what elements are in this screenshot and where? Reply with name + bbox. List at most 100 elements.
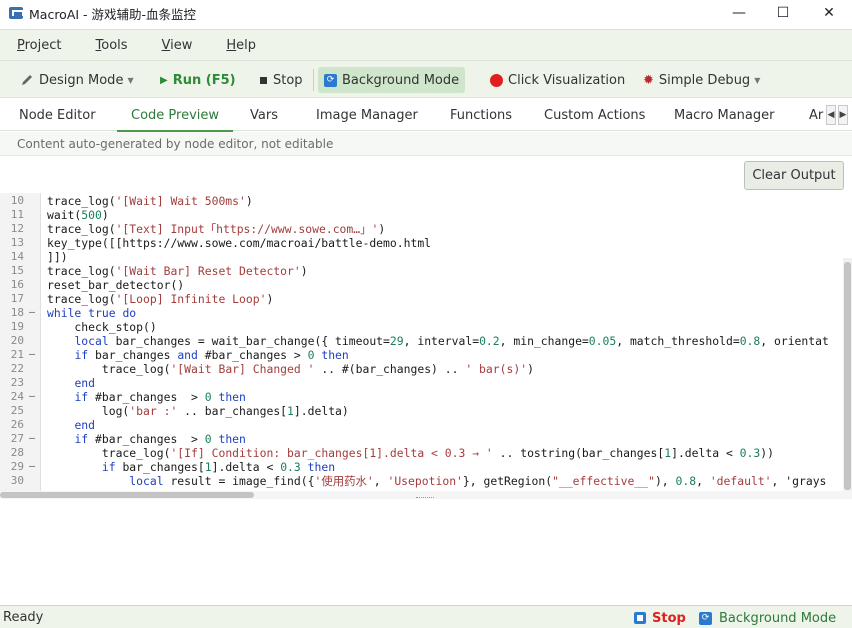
menu-tools[interactable]: Tools: [79, 38, 145, 53]
record-dot-icon: [490, 73, 503, 87]
code-line: 16 reset_bar_detector(): [0, 278, 852, 292]
tab-node-editor[interactable]: Node Editor: [19, 99, 96, 131]
tab-bar: Node Editor Code Preview Vars Image Mana…: [0, 99, 852, 132]
code-line: 30 local result = image_find({'使用药水', 'U…: [0, 474, 852, 488]
clear-output-button[interactable]: Clear Output: [744, 161, 844, 190]
status-stop-button[interactable]: Stop: [634, 609, 686, 627]
line-number: 11: [10, 208, 24, 221]
line-number: 16: [10, 278, 24, 291]
line-number: 13: [10, 236, 24, 249]
fold-toggle-icon[interactable]: –: [29, 390, 35, 404]
code-text: local result = image_find({'使用药水', 'Usep…: [129, 474, 827, 488]
line-number: 28: [10, 446, 24, 459]
vertical-scrollbar[interactable]: [843, 258, 852, 491]
code-line: 21– if bar_changes and #bar_changes > 0 …: [0, 348, 852, 362]
bug-icon: ✹: [643, 72, 654, 88]
code-line: 24– if #bar_changes > 0 then: [0, 390, 852, 404]
output-pane: [0, 500, 852, 605]
title-bar: MacroAI - 游戏辅助-血条监控 — ☐ ✕: [0, 0, 852, 26]
line-number: 15: [10, 264, 24, 277]
code-text: key_type([[https://www.sowe.com/macroai/…: [47, 236, 432, 250]
code-line: 27– if #bar_changes > 0 then: [0, 432, 852, 446]
line-number: 18: [10, 306, 24, 319]
code-text: reset_bar_detector(): [47, 278, 185, 292]
toolbar: Design Mode ▼ ▶ Run (F5) Stop ⟳ Backgrou…: [0, 60, 852, 98]
pencil-icon: [22, 75, 32, 85]
line-number: 29: [10, 460, 24, 473]
status-bar: Ready Stop ⟳ Background Mode: [0, 605, 852, 628]
tab-image-manager[interactable]: Image Manager: [316, 99, 418, 131]
app-logo-icon: [9, 7, 24, 19]
line-number: 25: [10, 404, 24, 417]
tab-overflow[interactable]: Ar: [809, 99, 823, 131]
code-text: log('bar :' .. bar_changes[1].delta): [47, 404, 349, 418]
toolbar-divider: [313, 69, 314, 91]
line-number: 21: [10, 348, 24, 361]
fold-toggle-icon[interactable]: –: [29, 460, 35, 474]
minimize-button[interactable]: —: [716, 0, 762, 26]
code-text: if #bar_changes > 0 then: [74, 390, 246, 404]
code-line: 18– while true do: [0, 306, 852, 320]
background-mode-button[interactable]: ⟳ Background Mode: [318, 67, 466, 93]
line-number: 14: [10, 250, 24, 263]
read-only-notice: Content auto-generated by node editor, n…: [17, 136, 334, 151]
code-line: 13 key_type([[https://www.sowe.com/macroa…: [0, 236, 852, 250]
fold-toggle-icon[interactable]: –: [29, 306, 35, 320]
code-text: if bar_changes[1].delta < 0.3 then: [101, 460, 336, 474]
scrollbar-thumb[interactable]: [0, 492, 254, 498]
code-text: local bar_changes = wait_bar_change({ ti…: [74, 334, 829, 348]
fold-toggle-icon[interactable]: –: [29, 432, 35, 446]
code-text: ]]): [47, 250, 68, 264]
run-button[interactable]: ▶ Run (F5): [154, 67, 242, 93]
code-text: if bar_changes and #bar_changes > 0 then: [74, 348, 349, 362]
refresh-icon: ⟳: [324, 73, 337, 87]
scrollbar-thumb[interactable]: [844, 262, 851, 490]
maximize-button[interactable]: ☐: [760, 0, 806, 26]
line-number: 17: [10, 292, 24, 305]
simple-debug-dropdown[interactable]: ✹ Simple Debug ▼: [637, 67, 766, 93]
code-text: while true do: [47, 306, 137, 320]
code-line: 20 local bar_changes = wait_bar_change({…: [0, 334, 852, 348]
line-number: 23: [10, 376, 24, 389]
code-text: trace_log('[If] Condition: bar_changes[1…: [47, 446, 774, 460]
line-number: 27: [10, 432, 24, 445]
chevron-down-icon: ▼: [754, 75, 761, 85]
line-number: 22: [10, 362, 24, 375]
line-number: 26: [10, 418, 24, 431]
tab-vars[interactable]: Vars: [250, 99, 278, 131]
menu-view[interactable]: View: [145, 38, 210, 53]
tab-scroll-left-icon[interactable]: ◀: [826, 105, 836, 125]
code-editor[interactable]: 10 trace_log('[Wait] Wait 500ms') 11 wait(5…: [0, 193, 852, 491]
click-visualization-button[interactable]: Click Visualization: [484, 67, 631, 93]
tab-macro-manager[interactable]: Macro Manager: [674, 99, 774, 131]
code-text: check_stop(): [47, 320, 157, 334]
design-mode-dropdown[interactable]: Design Mode ▼: [14, 67, 140, 93]
refresh-icon: ⟳: [699, 611, 712, 625]
code-line: 22 trace_log('[Wait Bar] Changed ' .. #(…: [0, 362, 852, 376]
code-line: 29– if bar_changes[1].delta < 0.3 then: [0, 460, 852, 474]
stop-button[interactable]: Stop: [254, 67, 309, 93]
line-number: 19: [10, 320, 24, 333]
tab-functions[interactable]: Functions: [450, 99, 512, 131]
chevron-down-icon: ▼: [127, 75, 134, 85]
tab-code-preview[interactable]: Code Preview: [116, 99, 234, 132]
code-text: trace_log('[Wait Bar] Changed ' .. #(bar…: [47, 362, 534, 376]
close-button[interactable]: ✕: [806, 0, 852, 26]
line-number: 12: [10, 222, 24, 235]
tab-scroll-right-icon[interactable]: ▶: [838, 105, 848, 125]
code-line: 28 trace_log('[If] Condition: bar_change…: [0, 446, 852, 460]
tab-custom-actions[interactable]: Custom Actions: [544, 99, 645, 131]
code-line: 10 trace_log('[Wait] Wait 500ms'): [0, 194, 852, 208]
menu-project[interactable]: Project: [0, 38, 79, 53]
line-number: 30: [10, 474, 24, 487]
code-text: trace_log('[Wait] Wait 500ms'): [47, 194, 253, 208]
fold-toggle-icon[interactable]: –: [29, 348, 35, 362]
code-line: 11 wait(500): [0, 208, 852, 222]
status-background-mode[interactable]: ⟳ Background Mode: [699, 609, 836, 627]
info-bar: Content auto-generated by node editor, n…: [0, 132, 852, 156]
menu-help[interactable]: Help: [209, 38, 273, 53]
line-number: 10: [10, 194, 24, 207]
code-line: 25 log('bar :' .. bar_changes[1].delta): [0, 404, 852, 418]
code-line: 12 trace_log('[Text] Input「https://www.so…: [0, 222, 852, 236]
status-ready: Ready: [3, 609, 44, 625]
